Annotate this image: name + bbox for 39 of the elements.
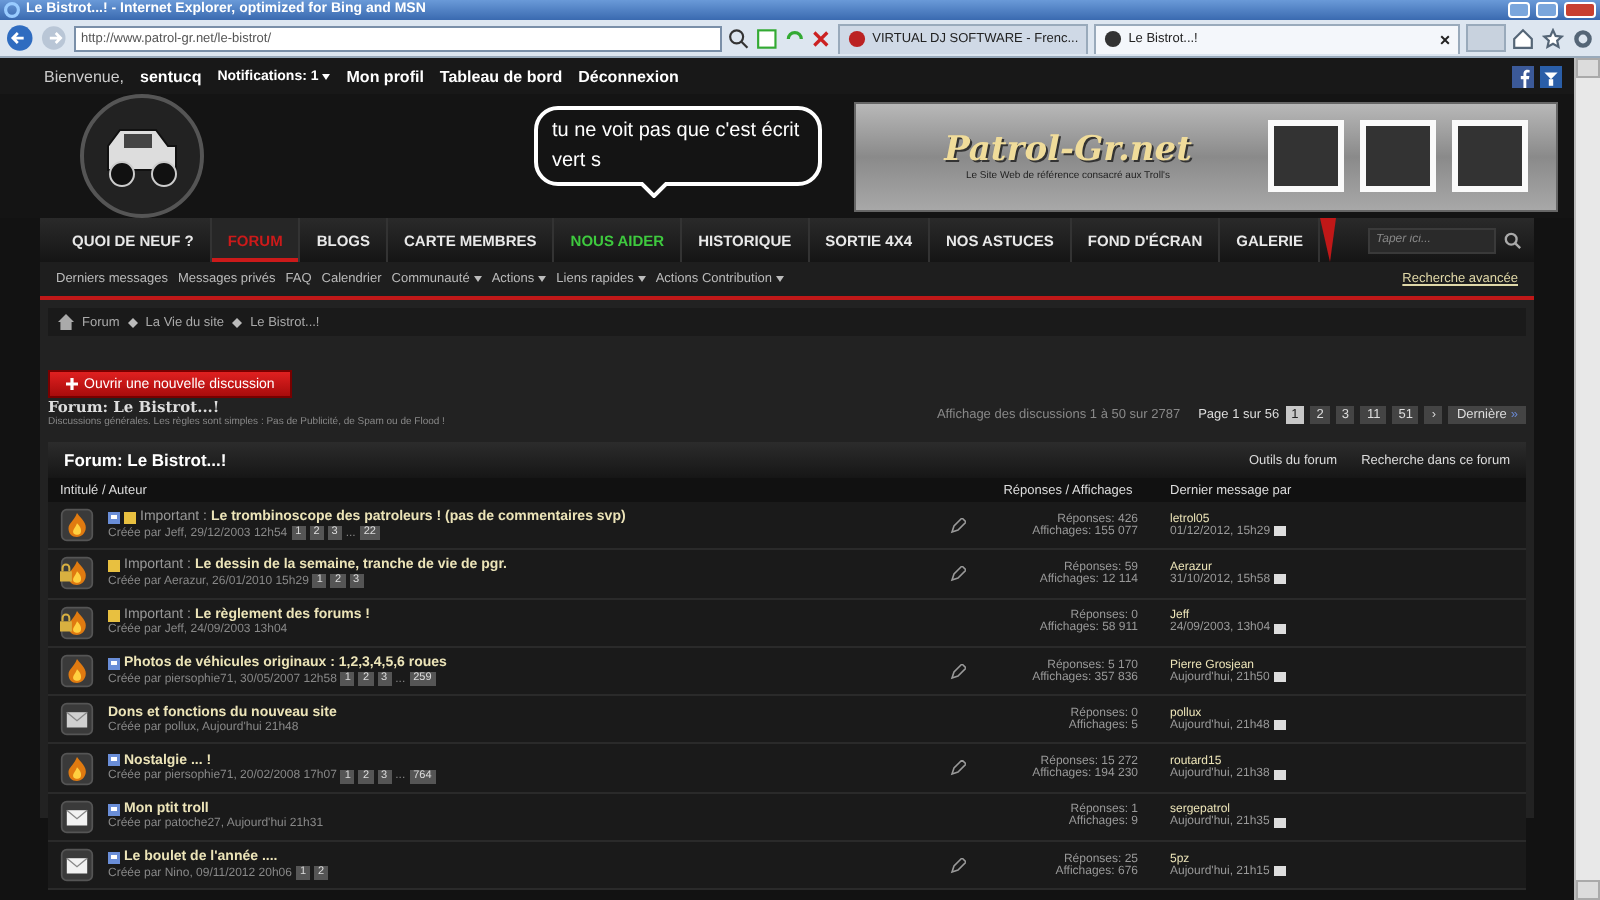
go-to-post-icon[interactable] — [1273, 866, 1286, 877]
top-link[interactable]: Mon profil — [346, 67, 424, 85]
username-link[interactable]: sentucq — [140, 67, 202, 85]
speech-bubble: tu ne voit pas que c'est écrit vert s — [534, 106, 822, 198]
list-title: Forum: Le Bistrot...! — [64, 450, 229, 470]
stop-icon[interactable] — [810, 27, 833, 49]
site-favicon-icon — [848, 30, 867, 48]
go-to-post-icon[interactable] — [1273, 769, 1286, 780]
home-icon[interactable] — [58, 314, 74, 330]
banner-title: Patrol-Gr.net — [944, 130, 1192, 170]
logo-drawing[interactable] — [80, 94, 204, 218]
star-icon[interactable] — [1542, 27, 1564, 49]
go-to-post-icon[interactable] — [1273, 720, 1286, 731]
maximize-button[interactable] — [1536, 2, 1558, 18]
top-link[interactable]: Déconnexion — [578, 67, 679, 85]
minimize-button[interactable] — [1508, 2, 1530, 18]
back-button[interactable] — [6, 24, 34, 52]
separator-icon — [232, 317, 243, 327]
facebook-icon[interactable] — [1512, 65, 1534, 87]
go-to-post-icon[interactable] — [1274, 623, 1287, 634]
browser-logo-icon — [4, 2, 20, 18]
go-to-post-icon[interactable] — [1274, 526, 1287, 537]
search-icon[interactable] — [1504, 231, 1522, 249]
go-to-post-icon[interactable] — [1273, 672, 1286, 683]
photo-placeholder — [1452, 120, 1528, 192]
close-button[interactable] — [1564, 2, 1596, 18]
scrollbar[interactable] — [1574, 58, 1600, 900]
plus-icon — [66, 378, 78, 390]
top-link[interactable]: Tableau de bord — [439, 67, 563, 85]
site-favicon-icon — [1104, 30, 1123, 48]
photo-placeholder — [1360, 120, 1436, 192]
search-icon[interactable] — [727, 27, 750, 49]
go-to-post-icon[interactable] — [1273, 817, 1286, 828]
go-to-post-icon[interactable] — [1274, 574, 1287, 585]
greeting-text: Bienvenue, — [44, 67, 125, 85]
feed-icon[interactable] — [1540, 65, 1562, 87]
separator-icon — [127, 317, 138, 327]
home-icon[interactable] — [1512, 27, 1534, 49]
photo-placeholder — [1268, 120, 1344, 192]
